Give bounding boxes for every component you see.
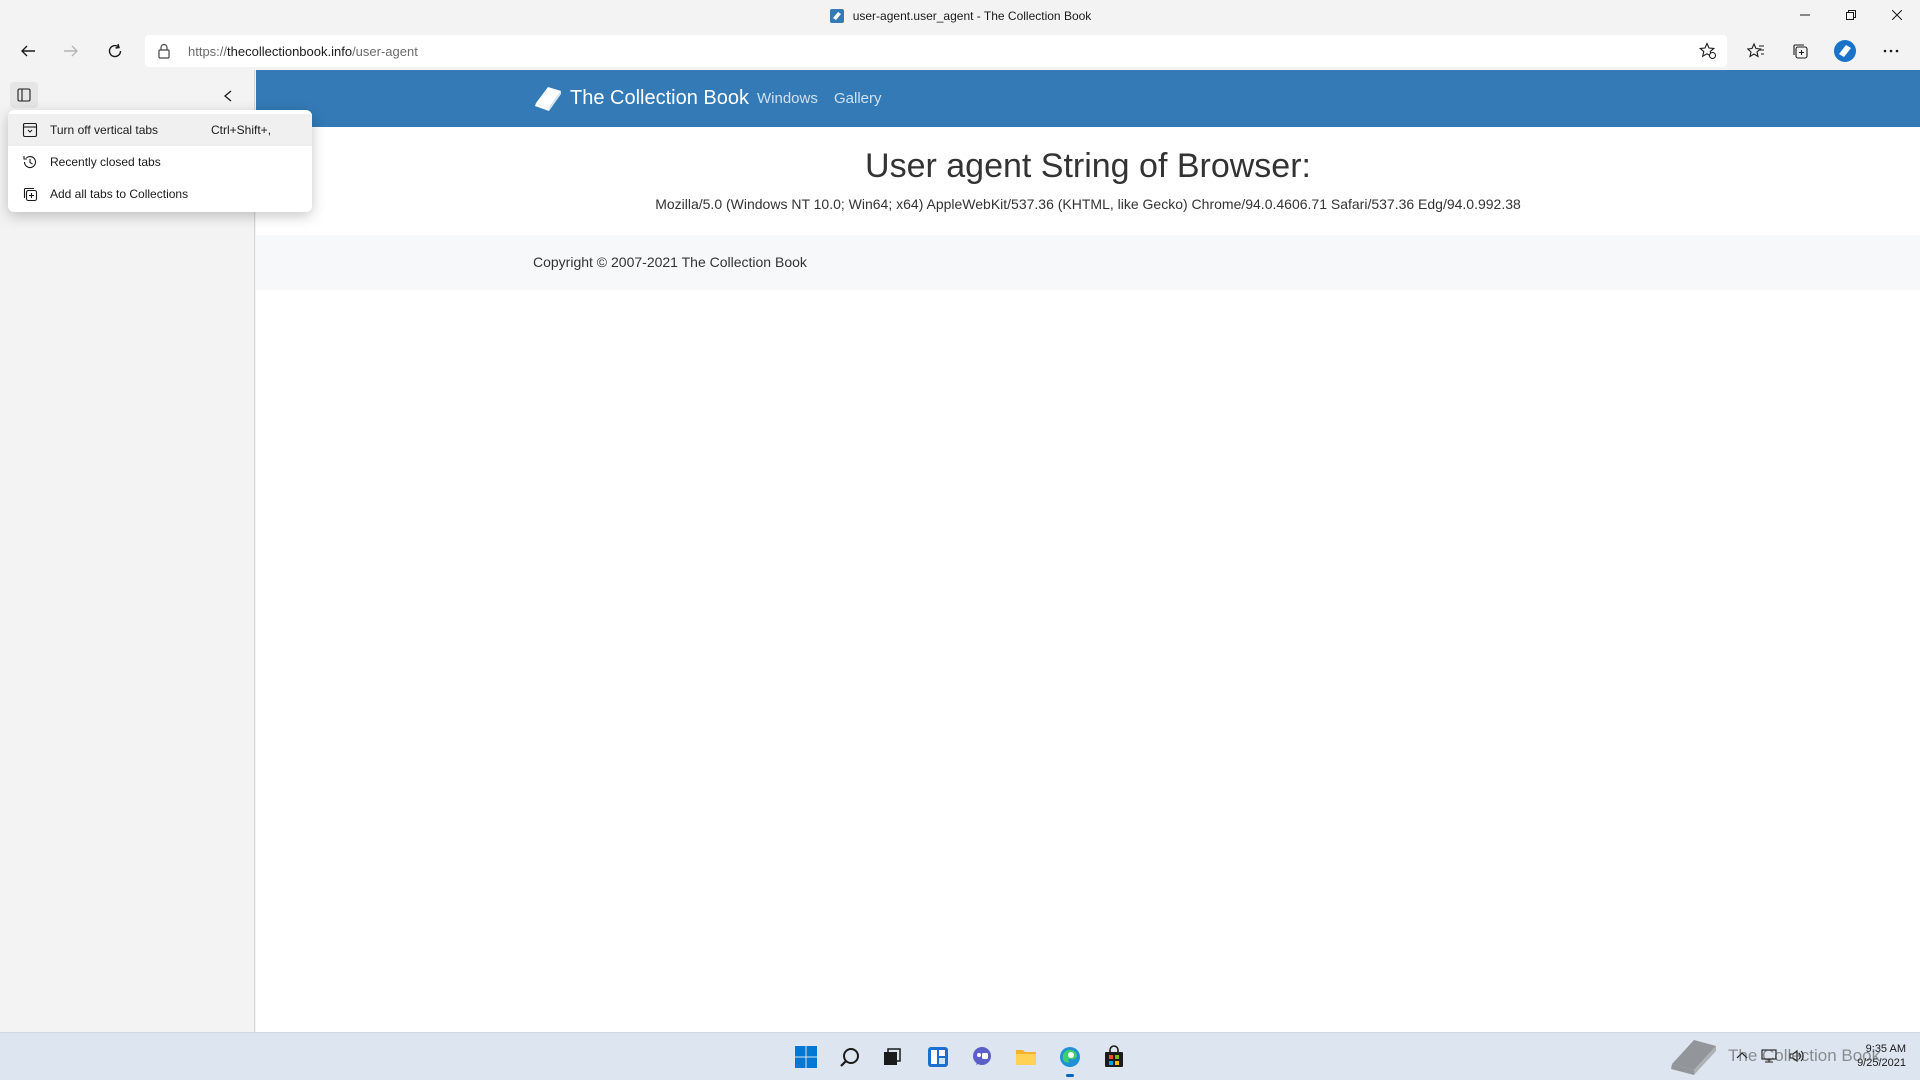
minimize-icon (1800, 14, 1810, 16)
copyright-text: Copyright © 2007-2021 The Collection Boo… (533, 254, 807, 270)
page-heading: User agent String of Browser: (865, 147, 1311, 185)
back-button[interactable] (12, 35, 44, 67)
menu-item-add-all-tabs-to-collections[interactable]: Add all tabs to Collections (8, 178, 312, 210)
collections-icon (20, 184, 40, 204)
address-bar[interactable]: https://thecollectionbook.info/user-agen… (145, 35, 1727, 67)
minimize-button[interactable] (1782, 0, 1828, 30)
forward-arrow-icon (64, 45, 78, 57)
windows-start-icon (795, 1046, 817, 1068)
favorites-button[interactable] (1740, 35, 1772, 67)
nav-link-gallery[interactable]: Gallery (834, 90, 882, 107)
forward-button[interactable] (55, 35, 87, 67)
site-footer: Copyright © 2007-2021 The Collection Boo… (256, 235, 1920, 290)
site-brand-name: The Collection Book (570, 86, 749, 109)
chat-icon (973, 1047, 991, 1065)
lock-icon[interactable] (157, 43, 171, 59)
collapse-pane-button[interactable] (216, 84, 240, 108)
site-favicon-icon (829, 9, 844, 23)
refresh-button[interactable] (99, 35, 131, 67)
add-favorite-button[interactable] (1695, 38, 1721, 64)
browser-toolbar: https://thecollectionbook.info/user-agen… (0, 32, 1920, 70)
tab-actions-menu-button[interactable] (10, 82, 38, 108)
widgets-icon (928, 1047, 948, 1067)
favorites-icon (1747, 42, 1764, 58)
menu-item-recently-closed-tabs[interactable]: Recently closed tabs (8, 146, 312, 178)
book-watermark-icon (1671, 1040, 1716, 1075)
chevron-left-icon (223, 90, 232, 102)
star-add-icon (1699, 42, 1716, 59)
tab-actions-menu: Turn off vertical tabs Ctrl+Shift+, Rece… (8, 110, 312, 212)
edge-taskbar-button[interactable] (1052, 1039, 1088, 1077)
menu-item-label: Add all tabs to Collections (50, 187, 189, 201)
more-icon (1883, 49, 1899, 53)
store-button[interactable] (1096, 1039, 1132, 1075)
title-bar: user-agent.user_agent - The Collection B… (0, 0, 1920, 32)
chat-button[interactable] (964, 1039, 1000, 1075)
site-navbar: The Collection Book Windows Gallery (256, 70, 1920, 127)
folder-icon (1016, 1050, 1036, 1065)
collections-button[interactable] (1784, 35, 1816, 67)
restore-button[interactable] (1828, 0, 1874, 30)
watermark: The Collection Book (1668, 1032, 1918, 1080)
edge-browser-icon (1060, 1047, 1080, 1067)
vertical-tabs-pane (0, 70, 255, 1032)
close-button[interactable] (1874, 0, 1920, 30)
file-explorer-button[interactable] (1008, 1039, 1044, 1075)
history-icon (20, 152, 40, 172)
web-page: The Collection Book Windows Gallery User… (256, 70, 1920, 1032)
store-icon (1105, 1045, 1123, 1067)
collections-icon (1793, 44, 1808, 59)
search-icon (840, 1048, 859, 1067)
url-text[interactable]: https://thecollectionbook.info/user-agen… (188, 44, 418, 59)
menu-item-label: Recently closed tabs (50, 155, 161, 169)
book-logo-icon (535, 87, 561, 111)
profile-button[interactable] (1829, 35, 1861, 67)
watermark-text: The Collection Book (1728, 1046, 1881, 1065)
vertical-tabs-icon (20, 120, 40, 140)
refresh-icon (108, 43, 122, 58)
widgets-button[interactable] (920, 1039, 956, 1075)
tab-actions-icon (17, 88, 31, 102)
task-view-icon (884, 1048, 901, 1065)
menu-item-shortcut: Ctrl+Shift+, (211, 123, 272, 137)
restore-icon (1846, 10, 1856, 20)
settings-more-button[interactable] (1875, 35, 1907, 67)
back-arrow-icon (21, 45, 35, 57)
nav-link-windows[interactable]: Windows (757, 90, 818, 107)
window-title: user-agent.user_agent - The Collection B… (0, 8, 1920, 24)
task-view-button[interactable] (874, 1039, 910, 1075)
search-button[interactable] (832, 1039, 868, 1075)
start-button[interactable] (788, 1039, 824, 1075)
profile-avatar-icon (1834, 40, 1856, 62)
menu-item-label: Turn off vertical tabs (50, 123, 159, 137)
site-brand-link[interactable]: The Collection Book (532, 83, 749, 113)
user-agent-string: Mozilla/5.0 (Windows NT 10.0; Win64; x64… (655, 196, 1521, 212)
close-icon (1892, 10, 1902, 20)
taskbar: 9:35 AM 9/25/2021 (0, 1032, 1920, 1080)
menu-item-turn-off-vertical-tabs[interactable]: Turn off vertical tabs Ctrl+Shift+, (8, 114, 312, 146)
